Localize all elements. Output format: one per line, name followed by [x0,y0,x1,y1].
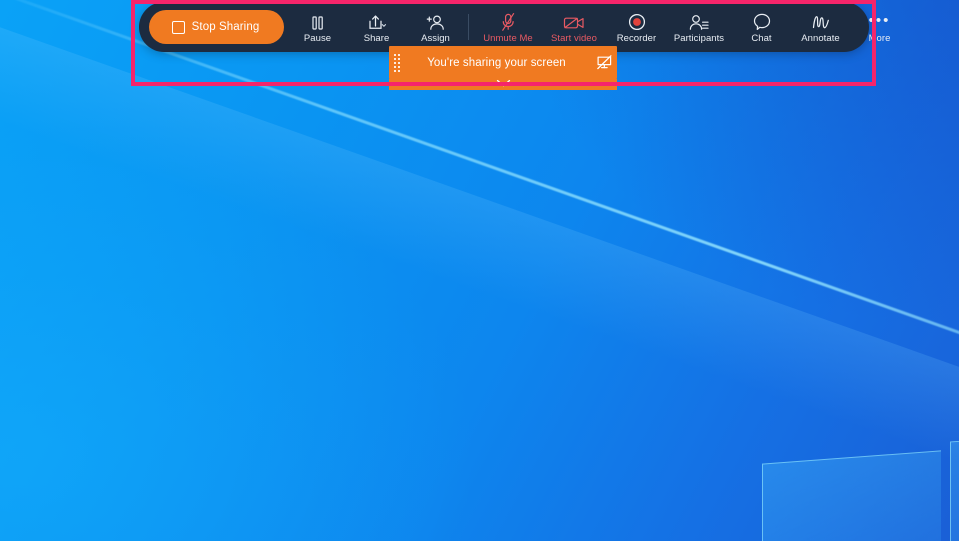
screen: Stop Sharing Pause Share Assign Unmute M… [0,0,959,541]
toolbar-items: Pause Share Assign Unmute Me Start video… [284,2,909,52]
toolbar-item-label: Share [363,32,390,44]
toolbar-item-pause[interactable]: Pause [288,4,347,50]
toolbar-item-label: Recorder [616,32,657,44]
sharing-status-banner: You're sharing your screen [389,46,617,79]
screen-share-off-icon[interactable] [591,55,617,70]
annotate-pen-icon [811,11,831,31]
screen-share-toolbar: Stop Sharing Pause Share Assign Unmute M… [139,2,890,52]
more-dots-icon: ••• [868,11,891,29]
toolbar-item-participants[interactable]: Participants [666,4,732,50]
toolbar-item-more[interactable]: ••• More [850,4,909,50]
toolbar-item-annotate[interactable]: Annotate [791,4,850,50]
toolbar-item-assign[interactable]: Assign [406,4,465,50]
windows-logo-pane-right [950,432,959,541]
share-upload-icon [367,11,387,31]
assign-person-icon [426,11,446,31]
participants-icon [689,11,709,31]
toolbar-divider [468,14,469,40]
windows-logo-pane-left [762,450,941,541]
microphone-muted-icon [500,11,517,31]
chevron-down-icon [496,79,511,88]
toolbar-item-label: Pause [303,32,332,44]
toolbar-item-label: Annotate [801,32,840,44]
grip-dots-icon[interactable] [392,53,402,73]
toolbar-item-label: More [868,32,891,44]
sharing-status-text: You're sharing your screen [427,56,566,69]
stop-sharing-label: Stop Sharing [191,21,260,33]
stop-square-icon [171,20,185,34]
toolbar-item-share[interactable]: Share [347,4,406,50]
toolbar-item-label: Unmute Me [483,32,533,44]
video-off-icon [563,11,585,31]
banner-expand-toggle[interactable] [389,79,617,90]
toolbar-item-label: Assign [421,32,450,44]
record-icon [628,11,646,31]
toolbar-item-chat[interactable]: Chat [732,4,791,50]
stop-sharing-button[interactable]: Stop Sharing [149,10,284,44]
toolbar-item-label: Participants [673,32,725,44]
pause-icon [310,11,325,31]
chat-bubble-icon [753,11,771,31]
toolbar-item-recorder[interactable]: Recorder [607,4,666,50]
toolbar-item-unmute-me[interactable]: Unmute Me [475,4,541,50]
toolbar-item-label: Start video [551,32,597,44]
toolbar-item-start-video[interactable]: Start video [541,4,607,50]
toolbar-item-label: Chat [751,32,772,44]
